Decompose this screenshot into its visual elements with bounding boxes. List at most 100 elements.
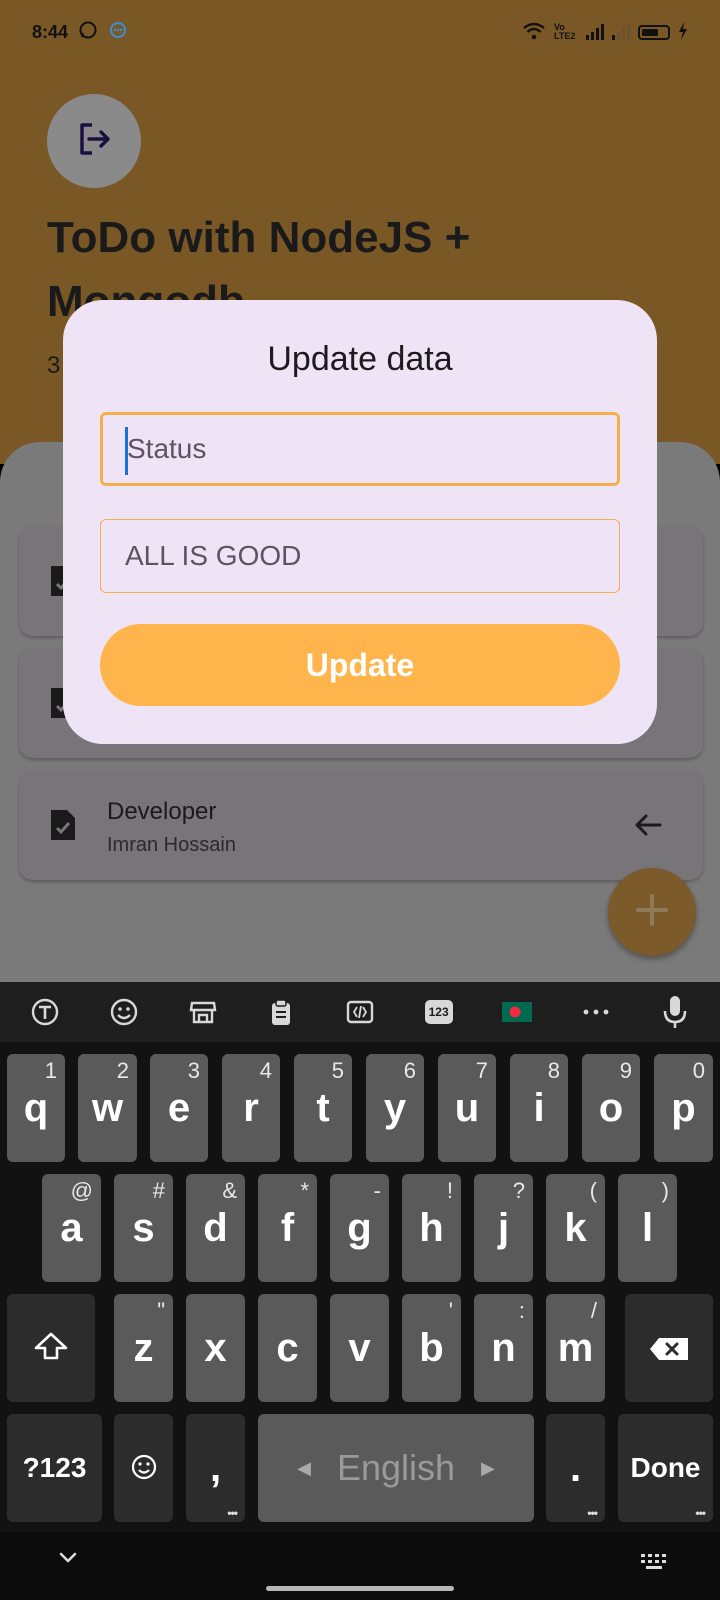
more-icon[interactable] (576, 992, 616, 1032)
key-hint: 2 (116, 1058, 129, 1083)
key-hint: 3 (187, 1058, 200, 1083)
signal-1-icon (586, 24, 604, 40)
emoji-icon[interactable] (104, 992, 144, 1032)
numbers-icon[interactable]: 123 (419, 992, 459, 1032)
left-arrow-icon: ◀ (297, 1457, 311, 1478)
key-g[interactable]: g- (330, 1174, 389, 1282)
key-hint: 8 (547, 1058, 560, 1083)
key-f[interactable]: f * (258, 1174, 317, 1282)
description-input[interactable]: ALL IS GOOD (100, 519, 620, 593)
key-label: x (204, 1325, 227, 1370)
key-hint: ' (448, 1298, 453, 1323)
status-input[interactable]: Status (100, 412, 620, 486)
comma-label: , (209, 1445, 222, 1490)
key-label: q (23, 1085, 49, 1130)
key-l[interactable]: l) (618, 1174, 677, 1282)
key-v[interactable]: v (330, 1294, 389, 1402)
right-arrow-icon: ▶ (481, 1457, 495, 1478)
key-label: o (598, 1085, 624, 1130)
backspace-key[interactable] (625, 1294, 713, 1402)
numbers-label: 123 (424, 1000, 453, 1024)
shift-key[interactable] (7, 1294, 95, 1402)
key-m[interactable]: m / (546, 1294, 605, 1402)
key-r[interactable]: r4 (222, 1054, 280, 1162)
more-dots-icon: ••• (695, 1506, 706, 1520)
key-hint: / (590, 1298, 597, 1323)
text-edit-icon[interactable] (340, 992, 380, 1032)
key-hint: # (152, 1178, 165, 1203)
signal-2-icon (612, 24, 630, 40)
key-label: g (347, 1205, 372, 1250)
done-key[interactable]: Done ••• (618, 1414, 713, 1522)
key-y[interactable]: y6 (366, 1054, 424, 1162)
key-hint: 6 (403, 1058, 416, 1083)
home-gesture-bar[interactable] (266, 1586, 454, 1591)
key-t[interactable]: t5 (294, 1054, 352, 1162)
period-label: . (569, 1445, 582, 1490)
key-hint: @ (70, 1178, 93, 1203)
key-hint: " (157, 1298, 165, 1323)
key-label: a (60, 1205, 83, 1250)
key-e[interactable]: e3 (150, 1054, 208, 1162)
battery-icon (638, 24, 670, 40)
key-label: h (419, 1205, 444, 1250)
wifi-icon (522, 21, 546, 44)
update-button[interactable]: Update (100, 624, 620, 706)
symbols-key[interactable]: ?123 (7, 1414, 102, 1522)
key-q[interactable]: q1 (7, 1054, 65, 1162)
period-key[interactable]: . ••• (546, 1414, 605, 1522)
key-k[interactable]: k( (546, 1174, 605, 1282)
key-hint: ( (589, 1178, 597, 1203)
key-h[interactable]: h! (402, 1174, 461, 1282)
volte-label: Vo LTE2 (554, 22, 576, 41)
keyboard-switch-icon[interactable] (640, 1552, 668, 1577)
backspace-icon (649, 1326, 689, 1371)
key-label: f (280, 1205, 295, 1250)
todo-count: 3 (47, 352, 61, 379)
key-x[interactable]: x (186, 1294, 245, 1402)
key-s[interactable]: s # (114, 1174, 173, 1282)
add-todo-button[interactable] (608, 868, 696, 956)
key-c[interactable]: c (258, 1294, 317, 1402)
key-j[interactable]: j? (474, 1174, 533, 1282)
key-z[interactable]: z " (114, 1294, 173, 1402)
key-label: c (276, 1325, 299, 1370)
status-left: 8:44 (32, 20, 128, 45)
key-hint: ! (446, 1178, 453, 1203)
key-w[interactable]: w2 (78, 1054, 137, 1162)
store-icon[interactable] (183, 992, 223, 1032)
key-b[interactable]: b ' (402, 1294, 461, 1402)
key-label: e (167, 1085, 191, 1130)
text-caret (125, 427, 128, 475)
key-label: d (203, 1205, 228, 1250)
space-key[interactable]: ◀ English ▶ (258, 1414, 534, 1522)
key-n[interactable]: n: (474, 1294, 533, 1402)
translate-icon[interactable] (25, 992, 65, 1032)
key-d[interactable]: d & (186, 1174, 245, 1282)
plus-icon (634, 892, 670, 933)
arrow-back-icon[interactable] (633, 810, 663, 845)
list-item[interactable]: Developer Imran Hossain (19, 770, 703, 880)
comma-key[interactable]: , ••• (186, 1414, 245, 1522)
done-label: Done (630, 1452, 701, 1483)
key-a[interactable]: a @ (42, 1174, 101, 1282)
task-doc-icon (49, 808, 77, 847)
key-label: y (383, 1085, 407, 1130)
emoji-key[interactable] (114, 1414, 173, 1522)
hide-keyboard-icon[interactable] (56, 1546, 80, 1575)
key-label: j (497, 1205, 510, 1250)
flag-icon[interactable] (497, 992, 537, 1032)
clipboard-icon[interactable] (261, 992, 301, 1032)
key-hint: 0 (692, 1058, 705, 1083)
logout-button[interactable] (47, 94, 141, 188)
key-label: l (641, 1205, 654, 1250)
key-label: n (491, 1325, 516, 1370)
key-hint: 5 (331, 1058, 344, 1083)
key-p[interactable]: p0 (654, 1054, 713, 1162)
mic-icon[interactable] (655, 992, 695, 1032)
key-i[interactable]: i8 (510, 1054, 568, 1162)
status-right: Vo LTE2 (522, 21, 688, 44)
key-o[interactable]: o9 (582, 1054, 640, 1162)
key-u[interactable]: u7 (438, 1054, 496, 1162)
messenger-icon (108, 20, 128, 45)
